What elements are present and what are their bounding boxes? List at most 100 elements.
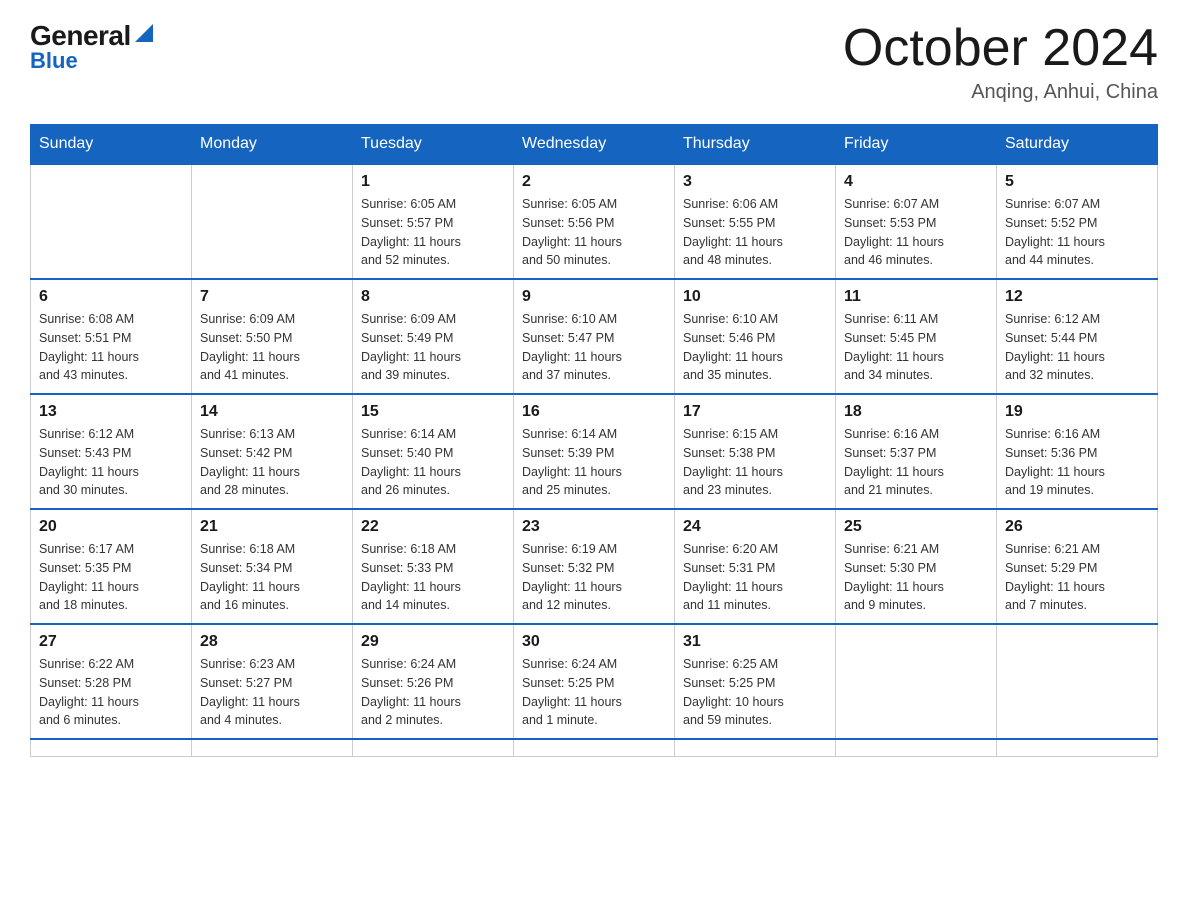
calendar-cell: 24 Sunrise: 6:20 AMSunset: 5:31 PMDayligh… <box>675 509 836 624</box>
day-number: 27 <box>39 633 183 651</box>
day-info: Sunrise: 6:16 AMSunset: 5:36 PMDaylight:… <box>1005 425 1149 500</box>
calendar-cell: 28Sunrise: 6:23 AMSunset: 5:27 PMDayligh… <box>192 624 353 739</box>
calendar-cell: 17 Sunrise: 6:15 AMSunset: 5:38 PMDayligh… <box>675 394 836 509</box>
day-info: Sunrise: 6:24 AMSunset: 5:25 PMDaylight:… <box>522 655 666 730</box>
day-info: Sunrise: 6:11 AMSunset: 5:45 PMDaylight:… <box>844 310 988 385</box>
day-number: 9 <box>522 288 666 306</box>
logo-blue-text: Blue <box>30 48 153 74</box>
day-number: 24 <box>683 518 827 536</box>
logo-triangle-icon <box>135 24 153 42</box>
day-number: 22 <box>361 518 505 536</box>
calendar-week-row: 13Sunrise: 6:12 AMSunset: 5:43 PMDayligh… <box>31 394 1158 509</box>
calendar-cell <box>31 164 192 279</box>
weekday-header-saturday: Saturday <box>997 125 1158 165</box>
day-info: Sunrise: 6:22 AMSunset: 5:28 PMDaylight:… <box>39 655 183 730</box>
calendar-week-row <box>31 739 1158 757</box>
day-info: Sunrise: 6:07 AMSunset: 5:52 PMDaylight:… <box>1005 195 1149 270</box>
day-number: 28 <box>200 633 344 651</box>
day-info: Sunrise: 6:17 AMSunset: 5:35 PMDaylight:… <box>39 540 183 615</box>
calendar-cell: 13Sunrise: 6:12 AMSunset: 5:43 PMDayligh… <box>31 394 192 509</box>
calendar-week-row: 6 Sunrise: 6:08 AMSunset: 5:51 PMDaylight… <box>31 279 1158 394</box>
day-info: Sunrise: 6:10 AMSunset: 5:47 PMDaylight:… <box>522 310 666 385</box>
day-number: 4 <box>844 173 988 191</box>
calendar-cell: 15 Sunrise: 6:14 AMSunset: 5:40 PMDayligh… <box>353 394 514 509</box>
weekday-header-friday: Friday <box>836 125 997 165</box>
day-number: 20 <box>39 518 183 536</box>
day-info: Sunrise: 6:14 AMSunset: 5:39 PMDaylight:… <box>522 425 666 500</box>
calendar-cell: 7 Sunrise: 6:09 AMSunset: 5:50 PMDaylight… <box>192 279 353 394</box>
day-info: Sunrise: 6:12 AMSunset: 5:44 PMDaylight:… <box>1005 310 1149 385</box>
day-number: 12 <box>1005 288 1149 306</box>
day-number: 13 <box>39 403 183 421</box>
day-number: 23 <box>522 518 666 536</box>
calendar-week-row: 27 Sunrise: 6:22 AMSunset: 5:28 PMDayligh… <box>31 624 1158 739</box>
day-number: 5 <box>1005 173 1149 191</box>
calendar-cell: 30 Sunrise: 6:24 AMSunset: 5:25 PMDayligh… <box>514 624 675 739</box>
day-number: 6 <box>39 288 183 306</box>
calendar-cell: 2 Sunrise: 6:05 AMSunset: 5:56 PMDaylight… <box>514 164 675 279</box>
calendar-cell <box>192 164 353 279</box>
day-info: Sunrise: 6:13 AMSunset: 5:42 PMDaylight:… <box>200 425 344 500</box>
day-number: 2 <box>522 173 666 191</box>
day-info: Sunrise: 6:15 AMSunset: 5:38 PMDaylight:… <box>683 425 827 500</box>
day-info: Sunrise: 6:09 AMSunset: 5:49 PMDaylight:… <box>361 310 505 385</box>
calendar-cell: 6 Sunrise: 6:08 AMSunset: 5:51 PMDaylight… <box>31 279 192 394</box>
weekday-header-monday: Monday <box>192 125 353 165</box>
calendar-cell <box>675 739 836 757</box>
day-number: 7 <box>200 288 344 306</box>
logo: General Blue <box>30 20 153 74</box>
day-info: Sunrise: 6:08 AMSunset: 5:51 PMDaylight:… <box>39 310 183 385</box>
calendar-cell <box>514 739 675 757</box>
calendar-cell: 1Sunrise: 6:05 AMSunset: 5:57 PMDaylight… <box>353 164 514 279</box>
day-info: Sunrise: 6:18 AMSunset: 5:34 PMDaylight:… <box>200 540 344 615</box>
weekday-header-wednesday: Wednesday <box>514 125 675 165</box>
day-number: 21 <box>200 518 344 536</box>
weekday-header-row: SundayMondayTuesdayWednesdayThursdayFrid… <box>31 125 1158 165</box>
day-info: Sunrise: 6:20 AMSunset: 5:31 PMDaylight:… <box>683 540 827 615</box>
day-number: 31 <box>683 633 827 651</box>
day-number: 11 <box>844 288 988 306</box>
day-info: Sunrise: 6:06 AMSunset: 5:55 PMDaylight:… <box>683 195 827 270</box>
calendar-cell: 23Sunrise: 6:19 AMSunset: 5:32 PMDayligh… <box>514 509 675 624</box>
day-info: Sunrise: 6:25 AMSunset: 5:25 PMDaylight:… <box>683 655 827 730</box>
calendar-week-row: 20 Sunrise: 6:17 AMSunset: 5:35 PMDayligh… <box>31 509 1158 624</box>
day-info: Sunrise: 6:21 AMSunset: 5:29 PMDaylight:… <box>1005 540 1149 615</box>
month-title: October 2024 <box>843 20 1158 77</box>
day-info: Sunrise: 6:05 AMSunset: 5:56 PMDaylight:… <box>522 195 666 270</box>
calendar-cell: 20 Sunrise: 6:17 AMSunset: 5:35 PMDayligh… <box>31 509 192 624</box>
calendar-cell: 4 Sunrise: 6:07 AMSunset: 5:53 PMDaylight… <box>836 164 997 279</box>
day-number: 14 <box>200 403 344 421</box>
calendar-cell: 25Sunrise: 6:21 AMSunset: 5:30 PMDayligh… <box>836 509 997 624</box>
day-info: Sunrise: 6:10 AMSunset: 5:46 PMDaylight:… <box>683 310 827 385</box>
weekday-header-sunday: Sunday <box>31 125 192 165</box>
day-info: Sunrise: 6:07 AMSunset: 5:53 PMDaylight:… <box>844 195 988 270</box>
calendar-week-row: 1Sunrise: 6:05 AMSunset: 5:57 PMDaylight… <box>31 164 1158 279</box>
day-number: 8 <box>361 288 505 306</box>
title-area: October 2024 Anqing, Anhui, China <box>843 20 1158 104</box>
calendar-cell: 8 Sunrise: 6:09 AMSunset: 5:49 PMDaylight… <box>353 279 514 394</box>
location-text: Anqing, Anhui, China <box>843 81 1158 104</box>
calendar-cell: 22Sunrise: 6:18 AMSunset: 5:33 PMDayligh… <box>353 509 514 624</box>
calendar-cell: 26Sunrise: 6:21 AMSunset: 5:29 PMDayligh… <box>997 509 1158 624</box>
calendar-cell <box>836 739 997 757</box>
day-number: 29 <box>361 633 505 651</box>
calendar-cell: 14 Sunrise: 6:13 AMSunset: 5:42 PMDayligh… <box>192 394 353 509</box>
day-info: Sunrise: 6:24 AMSunset: 5:26 PMDaylight:… <box>361 655 505 730</box>
calendar-cell: 27 Sunrise: 6:22 AMSunset: 5:28 PMDayligh… <box>31 624 192 739</box>
day-info: Sunrise: 6:16 AMSunset: 5:37 PMDaylight:… <box>844 425 988 500</box>
day-number: 18 <box>844 403 988 421</box>
day-info: Sunrise: 6:14 AMSunset: 5:40 PMDaylight:… <box>361 425 505 500</box>
calendar-cell: 18 Sunrise: 6:16 AMSunset: 5:37 PMDayligh… <box>836 394 997 509</box>
calendar-cell: 21 Sunrise: 6:18 AMSunset: 5:34 PMDayligh… <box>192 509 353 624</box>
day-number: 10 <box>683 288 827 306</box>
page-header: General Blue October 2024 Anqing, Anhui,… <box>30 20 1158 104</box>
calendar-cell: 5 Sunrise: 6:07 AMSunset: 5:52 PMDaylight… <box>997 164 1158 279</box>
day-number: 15 <box>361 403 505 421</box>
day-number: 30 <box>522 633 666 651</box>
calendar-cell: 29 Sunrise: 6:24 AMSunset: 5:26 PMDayligh… <box>353 624 514 739</box>
day-info: Sunrise: 6:09 AMSunset: 5:50 PMDaylight:… <box>200 310 344 385</box>
calendar-cell: 3Sunrise: 6:06 AMSunset: 5:55 PMDaylight… <box>675 164 836 279</box>
day-number: 1 <box>361 173 505 191</box>
calendar-table: SundayMondayTuesdayWednesdayThursdayFrid… <box>30 124 1158 757</box>
day-number: 17 <box>683 403 827 421</box>
